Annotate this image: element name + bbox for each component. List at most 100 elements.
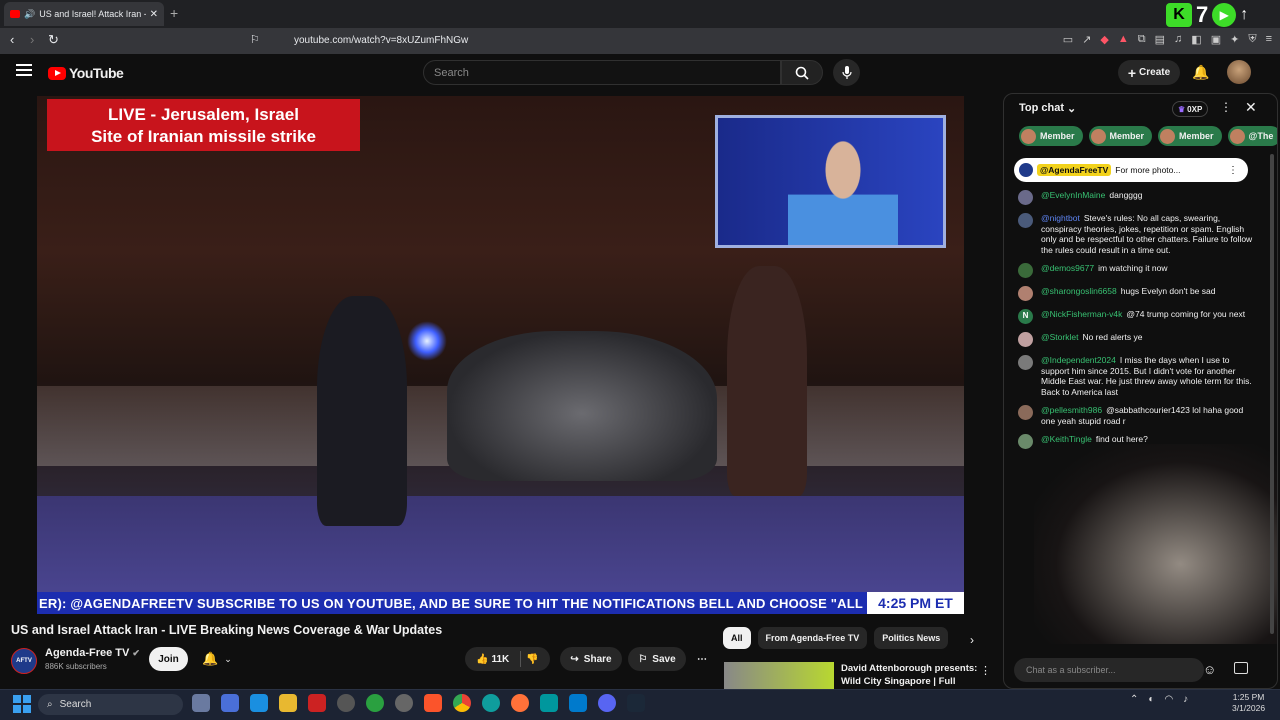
tray-app-icon[interactable]: ◐: [1148, 694, 1154, 705]
chat-author-avatar[interactable]: [1018, 355, 1033, 370]
chat-author[interactable]: @NickFisherman-v4k: [1041, 309, 1122, 319]
pinned-menu-icon[interactable]: ⋮: [1228, 165, 1238, 176]
file-explorer-icon[interactable]: [279, 694, 297, 712]
browser-tab[interactable]: 🔊 US and Israel! Attack Iran - LIVE ✕: [4, 2, 164, 26]
member-badge[interactable]: Member: [1158, 126, 1222, 146]
chips-next-icon[interactable]: ›: [970, 633, 974, 647]
chat-author-avatar[interactable]: N: [1018, 309, 1033, 324]
app-icon[interactable]: [366, 694, 384, 712]
dislike-icon[interactable]: 👎: [526, 654, 538, 665]
like-button[interactable]: 👍 11K: [476, 654, 509, 665]
recommended-video[interactable]: David Attenborough presents: Wild City S…: [724, 660, 994, 690]
xp-badge[interactable]: ♛ 0XP: [1172, 101, 1209, 117]
taskbar-clock[interactable]: 1:25 PM 3/1/2026: [1232, 692, 1265, 714]
back-icon[interactable]: ‹: [10, 32, 14, 47]
share-page-icon[interactable]: ↗: [1082, 33, 1091, 46]
chat-author[interactable]: @Storklet: [1041, 332, 1078, 342]
screen-icon[interactable]: ▭: [1063, 33, 1073, 46]
new-tab-icon[interactable]: +: [170, 5, 178, 21]
member-badge[interactable]: Member: [1019, 126, 1083, 146]
channel-avatar[interactable]: AFTV: [11, 648, 37, 674]
member-badge[interactable]: Member: [1088, 126, 1153, 146]
super-chat-icon[interactable]: [1234, 662, 1248, 674]
chat-message[interactable]: @nightbot Steve's rules: No all caps, swe…: [1018, 213, 1258, 255]
chat-header[interactable]: Top chat ⌄: [1004, 94, 1277, 124]
join-button[interactable]: Join: [149, 647, 188, 671]
edge-icon[interactable]: [482, 694, 500, 712]
recommended-menu-icon[interactable]: ⋮: [980, 664, 991, 677]
chat-menu-icon[interactable]: ⋮: [1220, 100, 1232, 114]
app-icon[interactable]: [395, 694, 413, 712]
tray-overflow-icon[interactable]: ⌃: [1130, 694, 1138, 705]
chat-scrollbar[interactable]: [1270, 154, 1274, 634]
taskbar-search[interactable]: ⌕ Search: [38, 694, 183, 715]
create-button[interactable]: + Create: [1118, 60, 1180, 85]
chat-message[interactable]: @pellesmith986 @sabbathcourier1423 lol ha…: [1018, 405, 1258, 426]
firefox-icon[interactable]: [511, 694, 529, 712]
extensions-icon[interactable]: ⧉: [1138, 33, 1146, 46]
wallet-icon[interactable]: ▣: [1211, 33, 1221, 46]
chat-input[interactable]: Chat as a subscriber...: [1014, 658, 1204, 682]
rewards-icon[interactable]: ▲: [1118, 33, 1129, 46]
save-button[interactable]: ⚐ Save: [628, 647, 686, 671]
brave-shield-icon[interactable]: ◆: [1100, 33, 1108, 46]
search-button[interactable]: [781, 60, 823, 85]
chip-all[interactable]: All: [723, 627, 751, 649]
chat-author[interactable]: @nightbot: [1041, 213, 1080, 223]
search-input[interactable]: Search: [423, 60, 781, 85]
kick-app-icon[interactable]: K: [1166, 3, 1192, 27]
notifications-bell-icon[interactable]: 🔔: [1192, 64, 1209, 81]
share-button[interactable]: ↪ Share: [560, 647, 622, 671]
address-bar[interactable]: youtube.com/watch?v=8xUZumFhNGw: [244, 31, 1114, 50]
account-avatar[interactable]: [1227, 60, 1251, 84]
sidebar-icon[interactable]: ◧: [1191, 33, 1201, 46]
forward-icon[interactable]: ›: [30, 32, 34, 47]
recommended-thumbnail[interactable]: [724, 662, 834, 690]
music-icon[interactable]: ♫: [1174, 33, 1182, 46]
member-badge[interactable]: @The: [1227, 126, 1277, 146]
more-actions-icon[interactable]: ⋯: [690, 647, 714, 671]
wifi-icon[interactable]: ◠: [1164, 694, 1173, 705]
speaker-icon[interactable]: 🔊: [24, 9, 35, 20]
recommended-title[interactable]: David Attenborough presents: Wild City S…: [841, 662, 981, 690]
brave-browser-icon[interactable]: [424, 694, 442, 712]
chip-from-channel[interactable]: From Agenda-Free TV: [757, 627, 868, 649]
chat-message[interactable]: @demos9677 im watching it now: [1018, 263, 1258, 278]
chat-author-avatar[interactable]: [1018, 286, 1033, 301]
app-icon[interactable]: [308, 694, 326, 712]
chat-message[interactable]: @Independent2024 I miss the days when I u…: [1018, 355, 1258, 397]
chat-message[interactable]: @sharongoslin6658 hugs Evelyn don't be sa…: [1018, 286, 1258, 301]
app-icon[interactable]: [192, 694, 210, 712]
channel-name[interactable]: Agenda-Free TV ✔: [45, 647, 140, 659]
close-tab-icon[interactable]: ✕: [150, 9, 158, 20]
subscription-bell-button[interactable]: 🔔 ⌄: [196, 648, 242, 670]
discord-icon[interactable]: [598, 694, 616, 712]
close-chat-icon[interactable]: ✕: [1245, 99, 1257, 116]
steam-icon[interactable]: [627, 694, 645, 712]
reload-icon[interactable]: ↻: [48, 32, 59, 48]
chat-author[interactable]: @Independent2024: [1041, 355, 1116, 365]
chat-author[interactable]: @sharongoslin6658: [1041, 286, 1117, 296]
arduino-icon[interactable]: [540, 694, 558, 712]
chat-message[interactable]: N @NickFisherman-v4k @74 trump coming for …: [1018, 309, 1258, 324]
youtube-logo[interactable]: YouTube: [48, 65, 124, 81]
chat-author-avatar[interactable]: [1018, 332, 1033, 347]
vpn-icon[interactable]: ⛨: [1248, 33, 1256, 46]
menu-icon[interactable]: ≡: [1266, 33, 1272, 46]
app-icon[interactable]: [337, 694, 355, 712]
chat-author[interactable]: @pellesmith986: [1041, 405, 1102, 415]
pinned-message[interactable]: @AgendaFreeTV For more photo... ⋮: [1014, 158, 1248, 182]
play-app-icon[interactable]: ▶: [1212, 3, 1237, 27]
chrome-icon[interactable]: [453, 694, 471, 712]
app-icon[interactable]: [221, 694, 239, 712]
chat-author[interactable]: @demos9677: [1041, 263, 1094, 273]
chat-author-avatar[interactable]: [1018, 213, 1033, 228]
chat-author-avatar[interactable]: [1018, 434, 1033, 449]
chat-author[interactable]: @KeithTingle: [1041, 434, 1092, 444]
chat-author-avatar[interactable]: [1018, 405, 1033, 420]
video-player[interactable]: LIVE - Jerusalem, Israel Site of Iranian…: [37, 96, 964, 614]
app-icon[interactable]: [250, 694, 268, 712]
chat-message[interactable]: @Storklet No red alerts ye: [1018, 332, 1258, 347]
volume-icon[interactable]: ♪: [1183, 694, 1188, 705]
ai-icon[interactable]: ✦: [1230, 33, 1239, 46]
